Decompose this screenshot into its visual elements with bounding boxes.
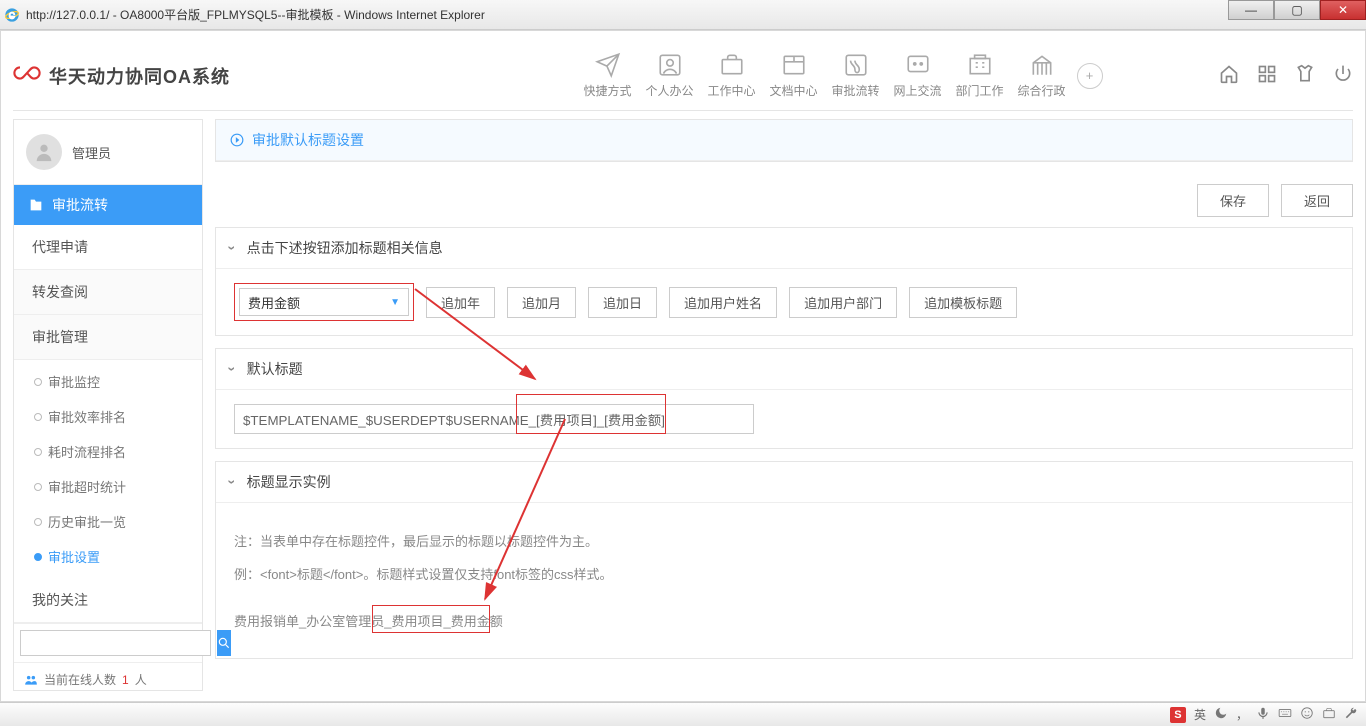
add-userdept-button[interactable]: 追加用户部门 [789,287,897,318]
wrench-icon[interactable] [1344,706,1358,723]
field-select-highlight: 费用金额 ▼ [234,283,414,321]
sidebar-section-header[interactable]: 审批流转 [14,185,202,225]
face-icon[interactable] [1300,706,1314,723]
window-controls: — ▢ ✕ [1228,0,1366,20]
browser-titlebar: http://127.0.0.1/ - OA8000平台版_FPLMYSQL5-… [0,0,1366,30]
nav-add-button[interactable]: + [1077,63,1103,89]
grid-icon[interactable] [1257,64,1277,87]
online-count: 当前在线人数 1人 [14,662,202,696]
top-right-icons [1219,64,1353,87]
nav-doccenter[interactable]: 文档中心 [763,52,825,99]
ie-icon [4,7,20,23]
back-button[interactable]: 返回 [1281,184,1353,217]
add-username-button[interactable]: 追加用户姓名 [669,287,777,318]
chevron-down-icon: ▼ [390,297,400,308]
sub-item-efficiency[interactable]: 审批效率排名 [14,399,202,434]
nav-approval[interactable]: 审批流转 [825,52,887,99]
nav-workcenter[interactable]: 工作中心 [701,52,763,99]
sidebar-sublist: 审批监控 审批效率排名 耗时流程排名 审批超时统计 历史审批一览 审批设置 [14,360,202,578]
nav-dept[interactable]: 部门工作 [949,52,1011,99]
add-month-button[interactable]: 追加月 [507,287,576,318]
search-input[interactable] [20,630,211,656]
nav-online[interactable]: 网上交流 [887,52,949,99]
window-title: http://127.0.0.1/ - OA8000平台版_FPLMYSQL5-… [26,6,1362,23]
add-template-button[interactable]: 追加模板标题 [909,287,1017,318]
note-1: 注：当表单中存在标题控件，最后显示的标题以标题控件为主。 [234,531,1334,550]
page-title-panel: 审批默认标题设置 [215,119,1353,162]
save-button[interactable]: 保存 [1197,184,1269,217]
sub-item-history[interactable]: 历史审批一览 [14,504,202,539]
nav-shortcut[interactable]: 快捷方式 [577,52,639,99]
sidebar-item-proxy[interactable]: 代理申请 [14,225,202,270]
nav-admin[interactable]: 综合行政 [1011,52,1073,99]
add-day-button[interactable]: 追加日 [588,287,657,318]
page-title: 审批默认标题设置 [216,120,1352,161]
sogou-ime-icon[interactable]: S [1170,707,1186,723]
close-button[interactable]: ✕ [1320,0,1366,20]
user-block: 管理员 [14,120,202,185]
panel-default-title: 默认标题 [215,348,1353,449]
note-2: 例：<font>标题</font>。标题样式设置仅支持font标签的css样式。 [234,564,1334,583]
topbar: 华天动力协同OA系统 快捷方式 个人办公 工作中心 文档中心 审批流转 网上交流… [13,41,1353,111]
panel-example: 标题显示实例 注：当表单中存在标题控件，最后显示的标题以标题控件为主。 例：<f… [215,461,1353,659]
moon-icon[interactable] [1214,706,1228,723]
sidebar-item-manage[interactable]: 审批管理 [14,315,202,360]
sub-item-monitor[interactable]: 审批监控 [14,364,202,399]
toolbox-icon[interactable] [1322,706,1336,723]
field-select[interactable]: 费用金额 ▼ [239,288,409,316]
minimize-button[interactable]: — [1228,0,1274,20]
user-name: 管理员 [72,143,111,162]
shirt-icon[interactable] [1295,64,1315,87]
ime-label: 英 [1194,706,1206,723]
arrow-right-icon [230,133,244,147]
sub-item-timecost[interactable]: 耗时流程排名 [14,434,202,469]
sidebar: 管理员 审批流转 代理申请 转发查阅 审批管理 审批监控 审批效率排名 耗时流程… [13,119,203,691]
keyboard-icon[interactable] [1278,706,1292,723]
sidebar-item-forward[interactable]: 转发查阅 [14,270,202,315]
avatar [26,134,62,170]
power-icon[interactable] [1333,64,1353,87]
mic-icon[interactable] [1256,706,1270,723]
logo-text: 华天动力协同OA系统 [49,63,230,89]
panel-add-info-header: 点击下述按钮添加标题相关信息 [216,228,1352,269]
action-row: 保存 返回 [215,174,1353,227]
taskbar: S 英 ， [0,702,1366,726]
panel-example-header: 标题显示实例 [216,462,1352,503]
top-nav: 快捷方式 个人办公 工作中心 文档中心 审批流转 网上交流 部门工作 综合行政 … [347,52,1103,99]
example-text: 费用报销单_办公室管理员_费用项目_费用金额 [234,611,503,630]
sidebar-search [14,623,202,662]
sub-item-timeout[interactable]: 审批超时统计 [14,469,202,504]
panel-default-title-header: 默认标题 [216,349,1352,390]
default-title-input[interactable] [234,404,754,434]
maximize-button[interactable]: ▢ [1274,0,1320,20]
logo-icon [13,66,41,86]
home-icon[interactable] [1219,64,1239,87]
nav-personal[interactable]: 个人办公 [639,52,701,99]
main-content: 审批默认标题设置 保存 返回 点击下述按钮添加标题相关信息 费用金额 ▼ [215,119,1353,691]
add-year-button[interactable]: 追加年 [426,287,495,318]
sidebar-item-follow[interactable]: 我的关注 [14,578,202,623]
comma-icon[interactable]: ， [1236,706,1248,723]
logo: 华天动力协同OA系统 [13,63,230,89]
sub-item-settings[interactable]: 审批设置 [14,539,202,574]
panel-add-info: 点击下述按钮添加标题相关信息 费用金额 ▼ 追加年 追加月 追加日 追加用户姓名 [215,227,1353,336]
